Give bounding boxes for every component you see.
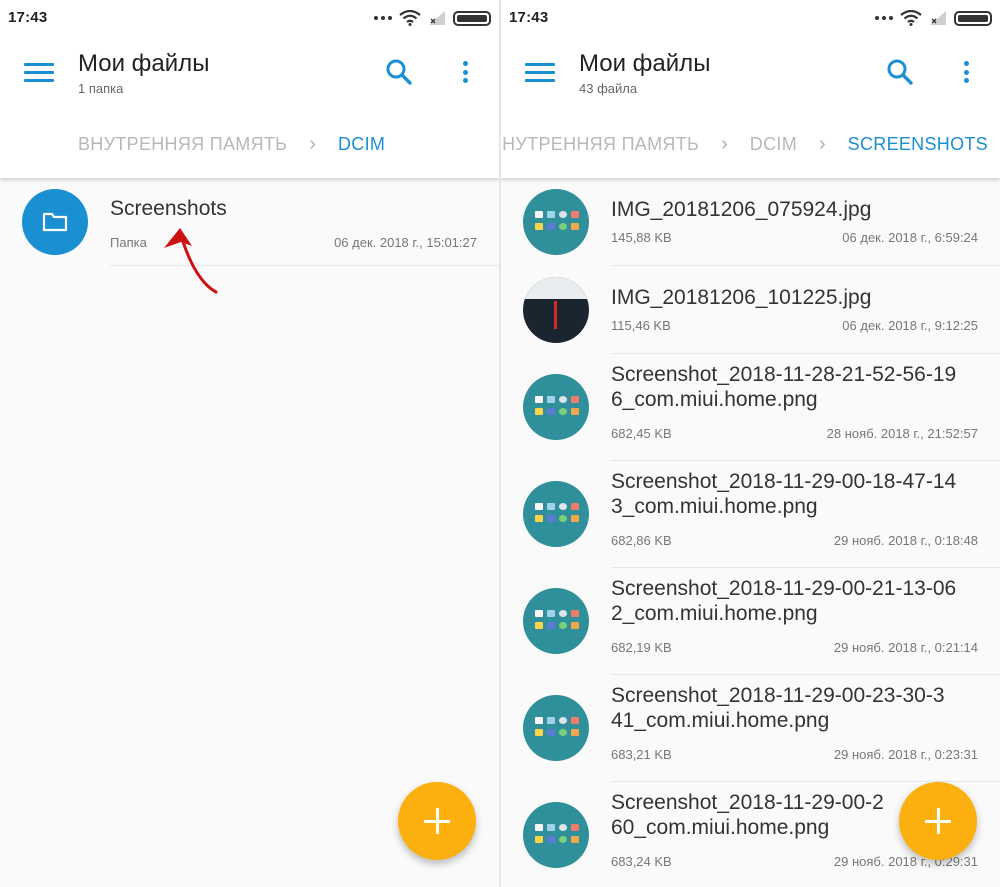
breadcrumb-internal-storage[interactable]: ВНУТРЕННЯЯ ПАМЯТЬ (78, 134, 287, 155)
file-date: 29 нояб. 2018 г., 0:23:31 (833, 747, 978, 762)
search-icon[interactable] (385, 58, 413, 86)
file-size: 145,88 KB (611, 230, 672, 245)
notification-dots-icon (374, 16, 392, 20)
file-date: 29 нояб. 2018 г., 0:21:14 (833, 640, 978, 655)
file-name: Screenshot_2018-11-29-00-23-30-3 41_com.m… (611, 683, 945, 733)
folder-name: Screenshots (110, 197, 227, 220)
chevron-right-icon: › (309, 132, 316, 155)
more-options-icon[interactable] (457, 58, 473, 86)
right-screen: 17:43 Мои файлы 43 файла ВНУТРЕННЯЯ ПАМЯ… (501, 0, 1000, 887)
folder-row-screenshots[interactable]: Screenshots Папка 06 дек. 2018 г., 15:01… (0, 178, 499, 266)
status-icons (875, 8, 992, 28)
file-size: 682,45 KB (611, 426, 672, 441)
item-count: 1 папка (78, 81, 124, 96)
file-thumbnail (523, 695, 589, 761)
file-thumbnail (523, 277, 589, 343)
file-thumbnail (523, 481, 589, 547)
file-name-line1: Screenshot_2018-11-29-00-21-13-06 (611, 577, 957, 600)
folder-icon (42, 212, 68, 232)
file-name: IMG_20181206_101225.jpg (611, 285, 871, 310)
status-bar: 17:43 (0, 0, 499, 36)
file-size: 682,19 KB (611, 640, 672, 655)
file-thumbnail (523, 588, 589, 654)
file-size: 682,86 KB (611, 533, 672, 548)
file-list: IMG_20181206_075924.jpg 145,88 KB 06 дек. … (501, 178, 1000, 887)
breadcrumb: ВНУТРЕННЯЯ ПАМЯТЬ › DCIM (0, 128, 499, 160)
file-date: 06 дек. 2018 г., 9:12:25 (842, 318, 978, 333)
file-thumbnail (523, 802, 589, 868)
app-bar: 17:43 Мои файлы 1 папка ВНУТРЕННЯЯ ПАМЯТ… (0, 0, 499, 178)
page-title: Мои файлы (579, 50, 711, 77)
file-thumbnail (523, 189, 589, 255)
file-name-line2: 2_com.miui.home.png (611, 602, 818, 625)
file-name-line1: IMG_20181206_075924.jpg (611, 198, 872, 221)
file-name: Screenshot_2018-11-29-00-18-47-14 3_com.m… (611, 469, 956, 519)
file-thumbnail (523, 374, 589, 440)
file-size: 115,46 KB (611, 318, 671, 333)
folder-avatar (22, 189, 88, 255)
plus-icon (424, 808, 450, 834)
left-screen: 17:43 Мои файлы 1 папка ВНУТРЕННЯЯ ПАМЯТ… (0, 0, 499, 887)
file-row[interactable]: IMG_20181206_101225.jpg 115,46 KB 06 дек. … (501, 266, 1000, 354)
file-list: Screenshots Папка 06 дек. 2018 г., 15:01… (0, 178, 499, 266)
file-name-line2: 3_com.miui.home.png (611, 495, 818, 518)
file-name: Screenshot_2018-11-28-21-52-56-19 6_com.m… (611, 362, 956, 412)
status-bar: 17:43 (501, 0, 1000, 36)
file-name-line2: 60_com.miui.home.png (611, 816, 830, 839)
file-name-line1: Screenshot_2018-11-29-00-18-47-14 (611, 470, 957, 493)
breadcrumb-internal-storage[interactable]: ВНУТРЕННЯЯ ПАМЯТЬ (501, 134, 699, 155)
file-row[interactable]: Screenshot_2018-11-29-00-21-13-06 2_com.m… (501, 568, 1000, 675)
file-date: 28 нояб. 2018 г., 21:52:57 (826, 426, 978, 441)
chevron-right-icon: › (819, 132, 826, 155)
add-fab-button[interactable] (398, 782, 476, 860)
wifi-icon (900, 10, 922, 26)
file-row[interactable]: Screenshot_2018-11-29-00-18-47-14 3_com.m… (501, 461, 1000, 568)
file-name-line2: 6_com.miui.home.png (611, 388, 818, 411)
breadcrumb: ВНУТРЕННЯЯ ПАМЯТЬ › DCIM › SCREENSHOTS (501, 128, 1000, 160)
more-options-icon[interactable] (958, 58, 974, 86)
menu-icon[interactable] (525, 60, 557, 84)
file-name-line1: Screenshot_2018-11-29-00-2 (611, 791, 884, 814)
add-fab-button[interactable] (899, 782, 977, 860)
signal-no-sim-icon (930, 11, 946, 25)
item-count: 43 файла (579, 81, 638, 96)
file-date: 06 дек. 2018 г., 6:59:24 (842, 230, 978, 245)
breadcrumb-dcim[interactable]: DCIM (750, 134, 797, 155)
file-size: 683,21 KB (611, 747, 672, 762)
folder-date: 06 дек. 2018 г., 15:01:27 (334, 235, 477, 250)
red-arrow-annotation (164, 228, 218, 294)
signal-no-sim-icon (429, 11, 445, 25)
file-name: Screenshot_2018-11-29-00-21-13-06 2_com.m… (611, 576, 956, 626)
file-date: 29 нояб. 2018 г., 0:18:48 (833, 533, 978, 548)
page-title: Мои файлы (78, 50, 210, 77)
file-name-line1: Screenshot_2018-11-29-00-23-30-3 (611, 684, 945, 707)
breadcrumb-screenshots[interactable]: SCREENSHOTS (848, 134, 988, 155)
status-time: 17:43 (8, 9, 48, 26)
file-row[interactable]: IMG_20181206_075924.jpg 145,88 KB 06 дек. … (501, 178, 1000, 266)
file-name: IMG_20181206_075924.jpg (611, 197, 871, 222)
battery-icon (453, 10, 491, 26)
search-icon[interactable] (886, 58, 914, 86)
folder-type: Папка (110, 235, 147, 250)
status-icons (374, 8, 491, 28)
file-row[interactable]: Screenshot_2018-11-29-00-23-30-3 41_com.m… (501, 675, 1000, 782)
plus-icon (925, 808, 951, 834)
menu-icon[interactable] (24, 60, 56, 84)
file-name-line2: 41_com.miui.home.png (611, 709, 830, 732)
file-size: 683,24 KB (611, 854, 672, 869)
chevron-right-icon: › (721, 132, 728, 155)
file-name-line1: IMG_20181206_101225.jpg (611, 286, 872, 309)
breadcrumb-dcim[interactable]: DCIM (338, 134, 385, 155)
notification-dots-icon (875, 16, 893, 20)
file-row[interactable]: Screenshot_2018-11-28-21-52-56-19 6_com.m… (501, 354, 1000, 461)
app-bar: 17:43 Мои файлы 43 файла ВНУТРЕННЯЯ ПАМЯ… (501, 0, 1000, 178)
file-name: Screenshot_2018-11-29-00-2 60_com.miui.ho… (611, 790, 884, 840)
file-date: 29 нояб. 2018 г., 0:29:31 (833, 854, 978, 869)
status-time: 17:43 (509, 9, 549, 26)
wifi-icon (399, 10, 421, 26)
file-name-line1: Screenshot_2018-11-28-21-52-56-19 (611, 363, 957, 386)
battery-icon (954, 10, 992, 26)
